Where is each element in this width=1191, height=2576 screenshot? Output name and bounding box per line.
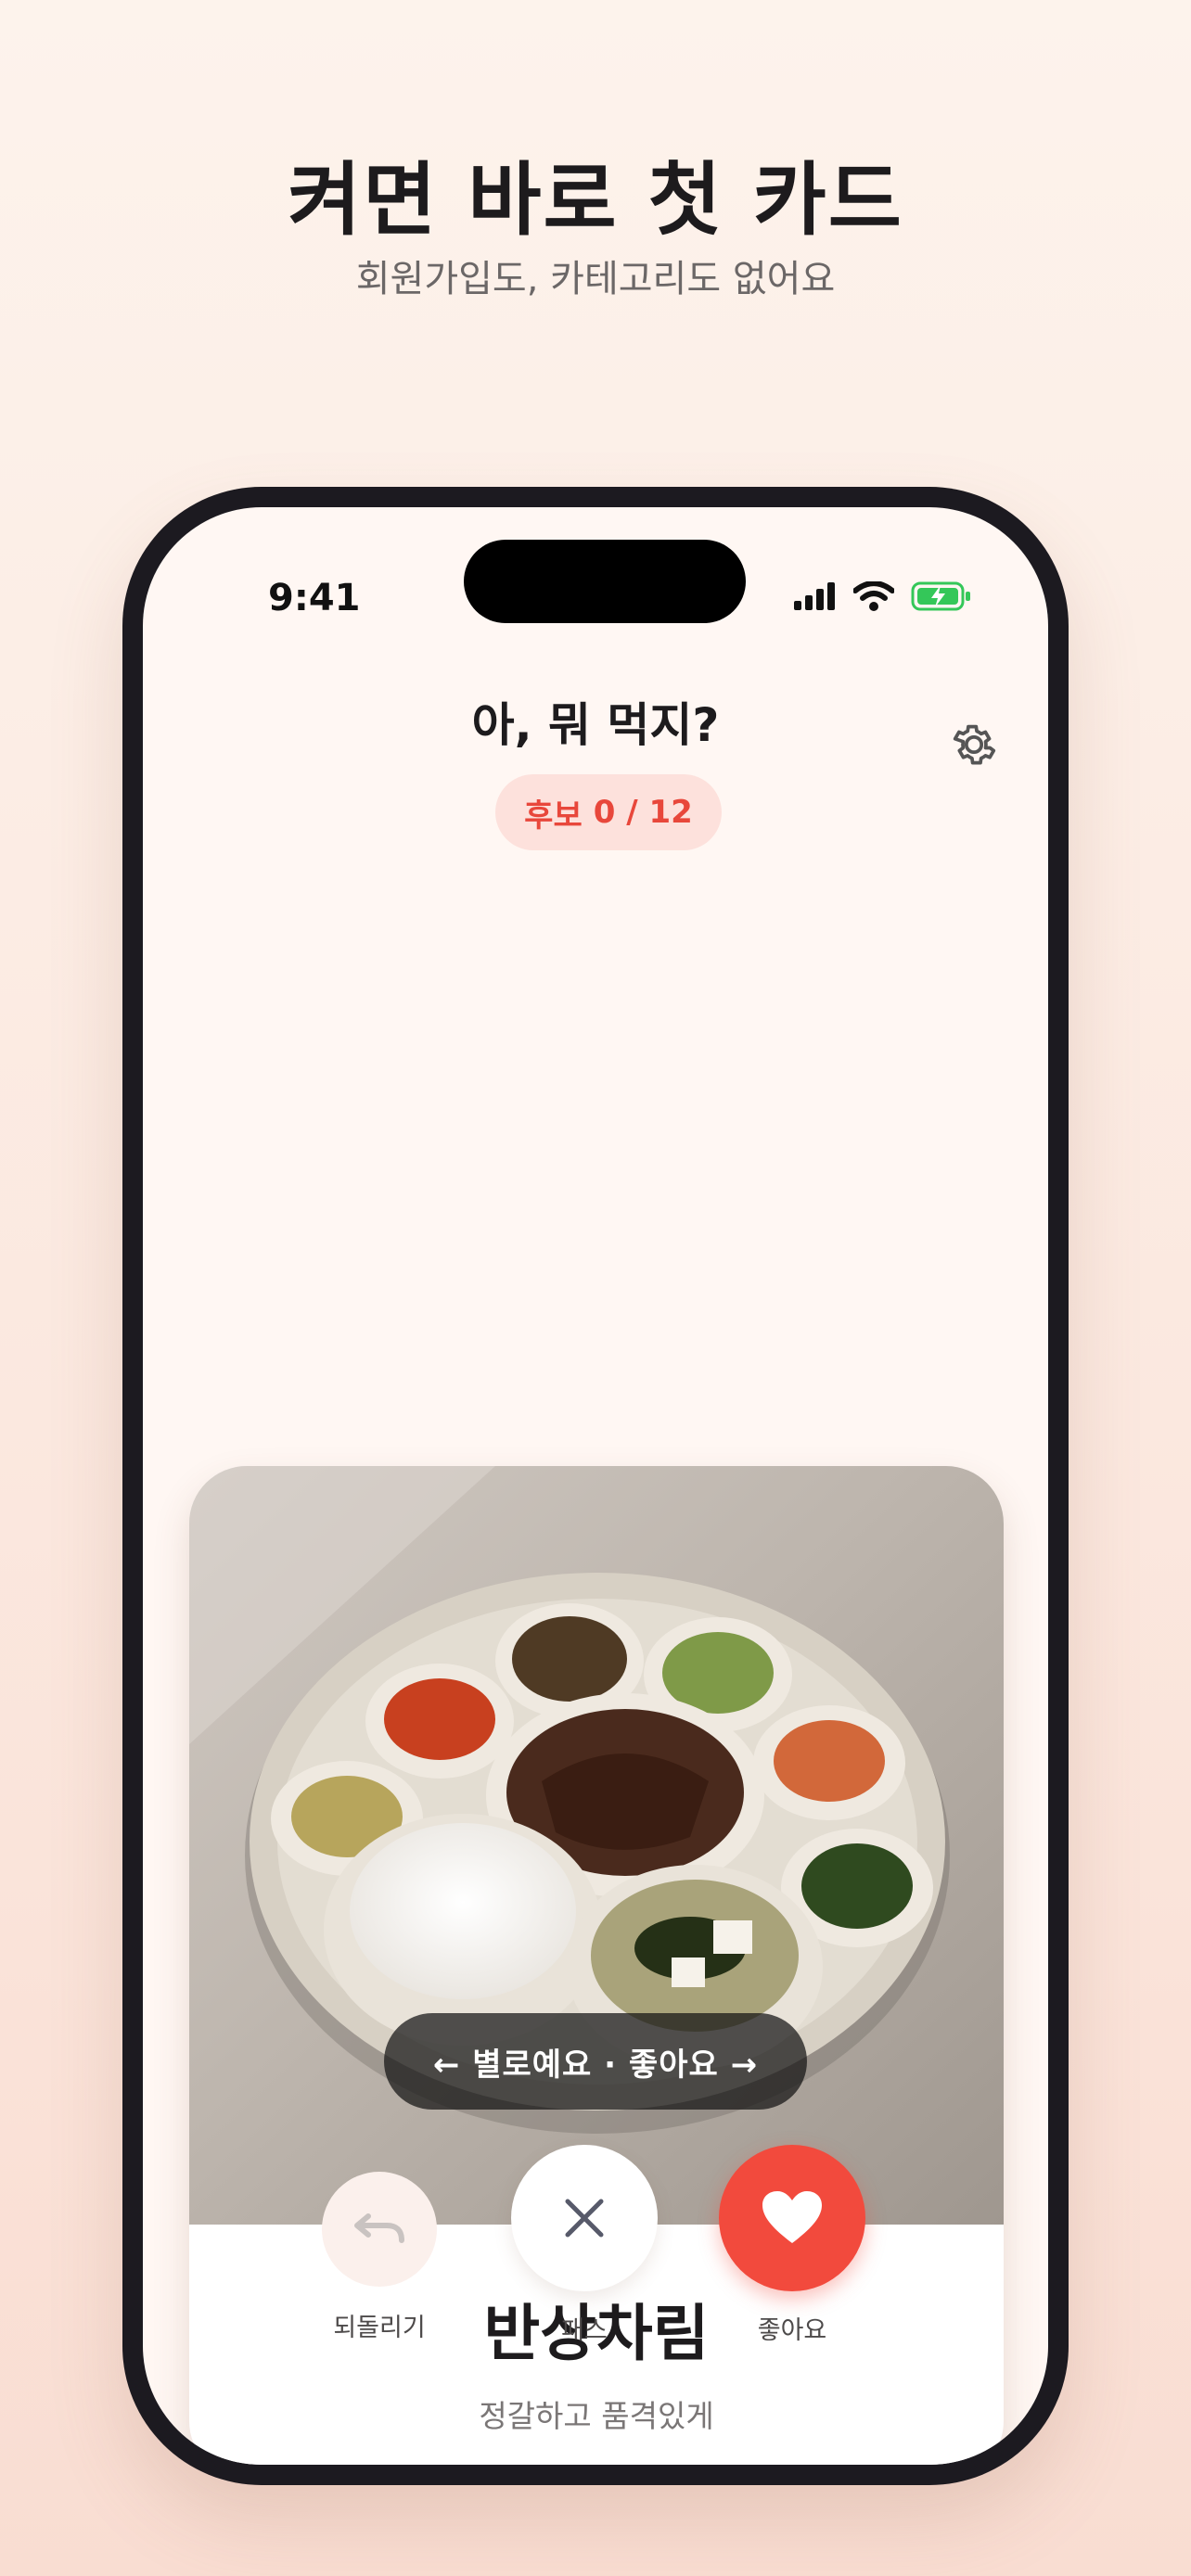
- card-food-description: 정갈하고 품격있게: [479, 2398, 714, 2434]
- app-screen: 9:41 아, 뭐 먹지? 후보 0 / 12 ← 별로예요 · 좋아요 → 반…: [143, 507, 1048, 2465]
- app-title: 아, 뭐 먹지?: [471, 698, 720, 752]
- status-time: 9:41: [268, 577, 361, 619]
- undo-action[interactable]: 되돌리기: [319, 2172, 440, 2343]
- undo-label: 되돌리기: [333, 2314, 426, 2342]
- pass-label: 패스: [561, 2316, 608, 2345]
- candidate-count-badge: 후보 0 / 12: [495, 774, 722, 850]
- undo-button[interactable]: [322, 2172, 437, 2287]
- badge-label: 후보: [524, 797, 583, 835]
- swipe-hint: ← 별로예요 · 좋아요 →: [384, 2013, 807, 2110]
- close-icon: [565, 2199, 604, 2238]
- promo-title: 켜면 바로 첫 카드: [288, 154, 903, 247]
- pass-button[interactable]: [511, 2145, 658, 2291]
- wifi-icon: [852, 580, 895, 615]
- gear-icon: [953, 724, 996, 765]
- heart-icon: [762, 2191, 822, 2243]
- like-action[interactable]: 좋아요: [718, 2145, 866, 2346]
- undo-icon: [354, 2213, 404, 2243]
- like-button[interactable]: [719, 2145, 865, 2291]
- badge-count: 0 / 12: [593, 794, 693, 831]
- status-icons: [794, 580, 972, 615]
- pass-action[interactable]: 패스: [510, 2145, 659, 2346]
- signal-icon: [794, 582, 837, 614]
- like-label: 좋아요: [757, 2316, 827, 2345]
- battery-charging-icon: [911, 581, 972, 615]
- promo-subtitle: 회원가입도, 카테고리도 없어요: [355, 258, 836, 300]
- phone-frame: 9:41 아, 뭐 먹지? 후보 0 / 12 ← 별로예요 · 좋아요 → 반…: [122, 487, 1069, 2485]
- dynamic-island: [464, 540, 746, 623]
- settings-button[interactable]: [948, 719, 1000, 771]
- food-photo: [189, 1466, 1004, 2225]
